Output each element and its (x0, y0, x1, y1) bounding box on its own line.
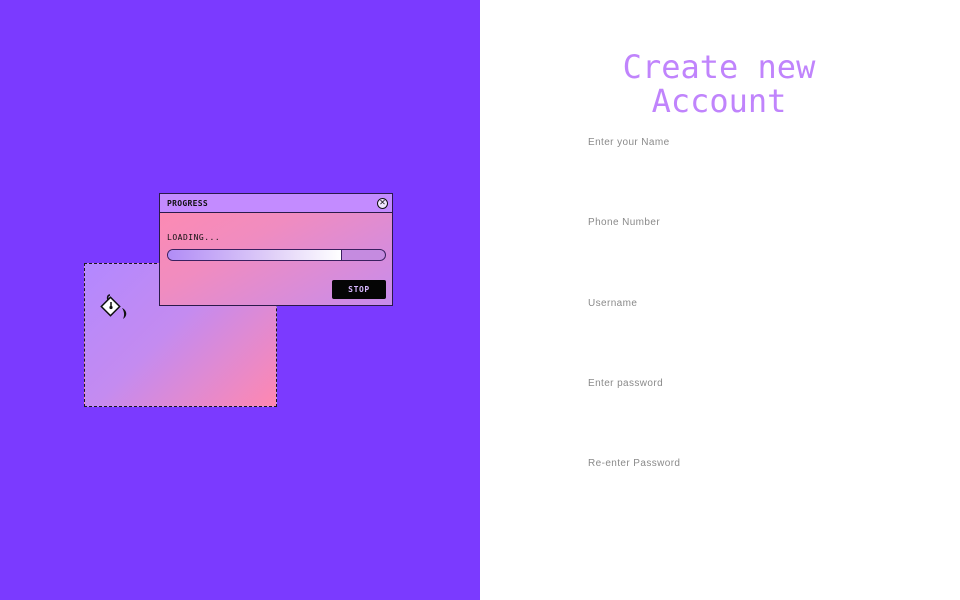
progress-bar-fill (168, 250, 342, 260)
progress-titlebar: PROGRESS ✕ (160, 194, 392, 213)
username-input[interactable] (588, 313, 878, 343)
password-field: Enter password (588, 378, 878, 423)
close-icon[interactable]: ✕ (377, 197, 388, 209)
password-field-label: Enter password (588, 378, 664, 389)
username-field-label: Username (588, 298, 638, 309)
confirm-password-input[interactable] (588, 473, 878, 503)
title-line-1: Create new (622, 48, 816, 86)
phone-input[interactable] (588, 232, 878, 262)
phone-field: Phone Number (588, 217, 878, 262)
name-field-label: Enter your Name (588, 137, 670, 148)
password-input[interactable] (588, 393, 878, 423)
confirm-password-field-label: Re-enter Password (588, 458, 681, 469)
confirm-password-field: Re-enter Password (588, 458, 878, 503)
name-input[interactable] (588, 152, 878, 182)
name-field: Enter your Name (588, 137, 878, 182)
loading-label: LOADING... (167, 233, 221, 242)
page-title: Create new Account (480, 50, 958, 118)
phone-field-label: Phone Number (588, 217, 661, 228)
paint-bucket-icon (100, 294, 127, 319)
progress-title: PROGRESS (167, 198, 208, 208)
progress-dialog: PROGRESS ✕ LOADING... STOP (159, 193, 393, 306)
title-line-2: Account (651, 82, 787, 120)
progress-bar (167, 249, 386, 261)
username-field: Username (588, 298, 878, 343)
stop-button[interactable]: STOP (332, 280, 386, 299)
